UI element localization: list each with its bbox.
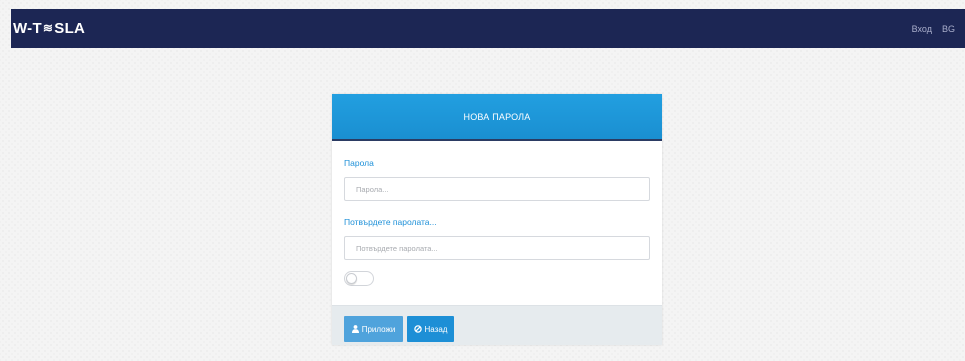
logo-text-right: SLA — [54, 20, 86, 37]
ban-icon — [413, 325, 422, 333]
confirm-group: Потвърдете паролата... — [344, 217, 650, 260]
back-button-label: Назад — [424, 324, 448, 334]
user-icon — [351, 325, 359, 333]
toggle-knob — [346, 273, 357, 284]
password-label: Парола — [344, 158, 374, 168]
card-title: НОВА ПАРОЛА — [463, 111, 531, 122]
card-body: Парола Потвърдете паролата... — [332, 141, 662, 305]
confirm-password-label: Потвърдете паролата... — [344, 217, 437, 227]
back-button[interactable]: Назад — [407, 316, 454, 342]
apply-button-label: Приложи — [361, 324, 396, 334]
card-header: НОВА ПАРОЛА — [332, 94, 662, 141]
top-navbar: W-T ≋ SLA Вход BG — [11, 9, 965, 48]
logo-text-left: W-T — [13, 20, 42, 37]
show-password-toggle[interactable] — [344, 271, 374, 286]
login-link[interactable]: Вход — [912, 24, 932, 34]
confirm-password-input[interactable] — [344, 236, 650, 260]
password-input[interactable] — [344, 177, 650, 201]
nav-links: Вход BG — [912, 24, 965, 34]
card-footer: Приложи Назад — [332, 305, 662, 345]
language-link[interactable]: BG — [942, 24, 955, 34]
logo-mark-icon: ≋ — [42, 20, 54, 35]
new-password-card: НОВА ПАРОЛА Парола Потвърдете паролата..… — [332, 94, 662, 345]
apply-button[interactable]: Приложи — [344, 316, 403, 342]
brand-logo[interactable]: W-T ≋ SLA — [11, 20, 85, 37]
